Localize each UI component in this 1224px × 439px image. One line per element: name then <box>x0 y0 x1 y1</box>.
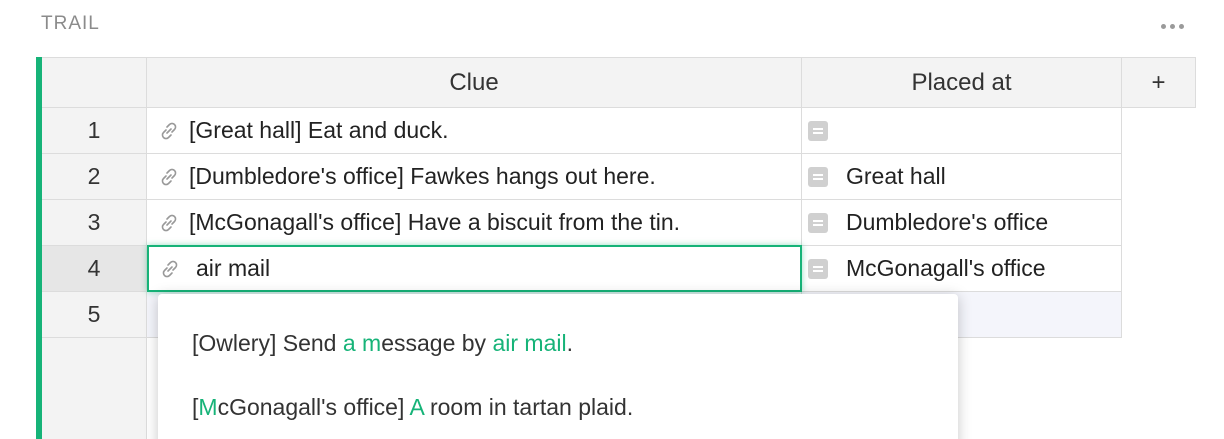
table-cell-placed-at[interactable]: McGonagall's office <box>802 246 1122 292</box>
match-highlight: m <box>362 330 382 356</box>
option-text: . <box>566 330 573 356</box>
row-number-gutter <box>42 338 147 439</box>
link-icon <box>161 122 177 139</box>
link-icon <box>161 168 177 185</box>
table-cell-clue[interactable]: [Great hall] Eat and duck. <box>147 108 802 154</box>
match-highlight: air mail <box>492 330 567 356</box>
option-text: essage by <box>381 330 493 356</box>
reference-icon <box>808 212 828 233</box>
table-cell-placed-at[interactable] <box>802 108 1122 154</box>
add-column-button[interactable]: + <box>1122 57 1196 108</box>
placed-at-text: Great hall <box>846 163 946 189</box>
more-dots-icon[interactable] <box>1158 12 1188 36</box>
reference-icon <box>808 166 828 187</box>
option-text: room in tartan plaid. <box>423 394 634 420</box>
link-icon <box>162 260 178 277</box>
row-number-active[interactable]: 4 <box>42 246 147 292</box>
option-text: cGonagall's office] <box>217 394 410 420</box>
match-highlight: a <box>342 330 356 356</box>
table-cell-placed-at[interactable]: Great hall <box>802 154 1122 200</box>
editor-value: air mail <box>196 255 271 281</box>
autocomplete-option[interactable]: [McGonagall's office] A room in tartan p… <box>192 394 633 421</box>
column-header-clue[interactable]: Clue <box>147 57 802 108</box>
row-number[interactable]: 1 <box>42 108 147 154</box>
row-number[interactable]: 3 <box>42 200 147 246</box>
match-highlight: A <box>409 394 424 420</box>
clue-text: [Great hall] Eat and duck. <box>189 117 449 143</box>
cell-editor-input[interactable]: air mail <box>147 245 802 292</box>
option-text: [Owlery] Send <box>192 330 343 356</box>
reference-icon <box>808 120 828 141</box>
table-cell-clue[interactable]: [Dumbledore's office] Fawkes hangs out h… <box>147 154 802 200</box>
row-number[interactable]: 2 <box>42 154 147 200</box>
placed-at-text: McGonagall's office <box>846 255 1046 281</box>
placed-at-text: Dumbledore's office <box>846 209 1049 235</box>
clue-text: [Dumbledore's office] Fawkes hangs out h… <box>189 163 656 189</box>
reference-icon <box>808 258 828 279</box>
corner-header <box>42 57 147 108</box>
autocomplete-dropdown: [Owlery] Send a message by air mail. [Mc… <box>158 294 958 439</box>
row-number[interactable]: 5 <box>42 292 147 338</box>
autocomplete-option[interactable]: [Owlery] Send a message by air mail. <box>192 330 573 357</box>
table-cell-placed-at[interactable]: Dumbledore's office <box>802 200 1122 246</box>
link-icon <box>161 214 177 231</box>
widget-root: TRAIL Clue Placed at + 1 [Great hall] Ea… <box>0 0 1224 439</box>
clue-text: [McGonagall's office] Have a biscuit fro… <box>189 209 681 235</box>
table-cell-clue[interactable]: [McGonagall's office] Have a biscuit fro… <box>147 200 802 246</box>
match-highlight: M <box>198 394 218 420</box>
widget-title: TRAIL <box>41 13 100 34</box>
column-header-placed-at[interactable]: Placed at <box>802 57 1122 108</box>
